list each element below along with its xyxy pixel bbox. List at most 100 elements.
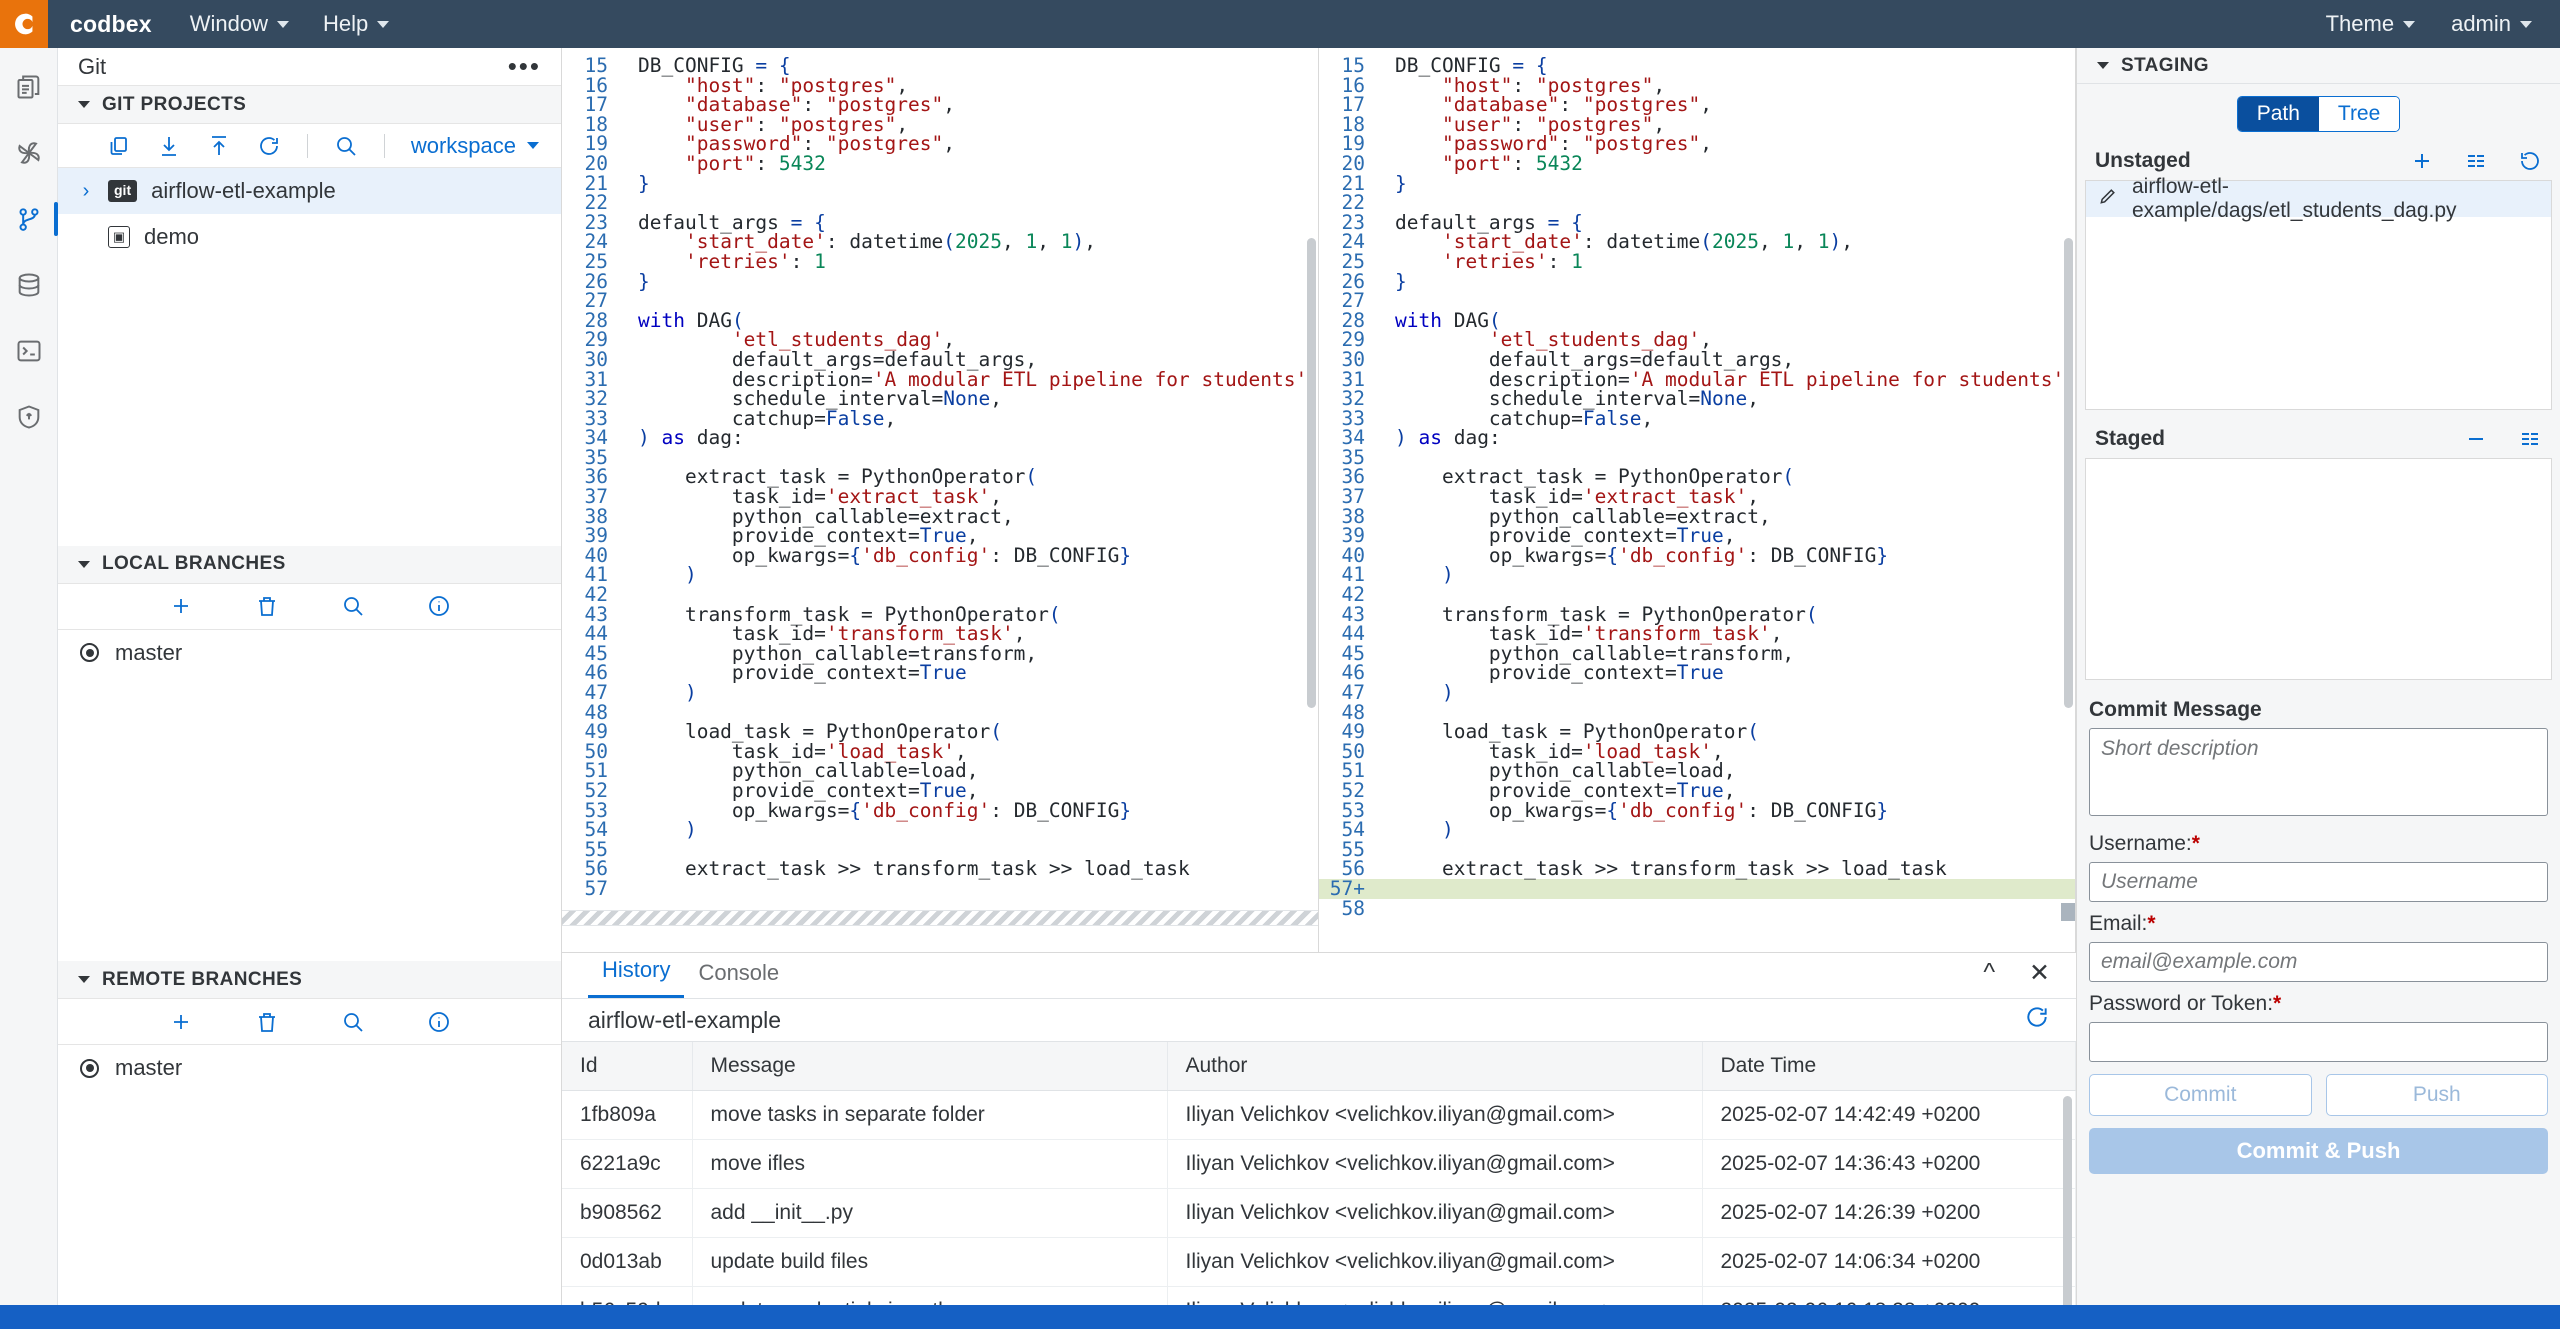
remote-branch-info-button[interactable] xyxy=(427,1010,451,1034)
repo-item-demo[interactable]: ▣ demo xyxy=(58,214,561,260)
refresh-icon[interactable] xyxy=(2024,1004,2050,1036)
line-number: 29 xyxy=(1319,330,1381,350)
add-remote-branch-button[interactable] xyxy=(169,1010,193,1034)
staging-header[interactable]: STAGING xyxy=(2077,48,2560,84)
menu-help[interactable]: Help xyxy=(323,11,389,37)
code-gutter xyxy=(1381,761,1395,781)
history-scrollbar[interactable] xyxy=(2063,1096,2072,1329)
code-text: extract_task >> transform_task >> load_t… xyxy=(638,859,1318,879)
local-branches-section[interactable]: LOCAL BRANCHES xyxy=(58,546,561,584)
code-gutter xyxy=(624,624,638,644)
code-gutter xyxy=(624,742,638,762)
line-number: 15 xyxy=(562,56,624,76)
code-text: ) as dag: xyxy=(1395,428,2075,448)
code-text: ) xyxy=(1395,565,2075,585)
pinwheel-icon[interactable] xyxy=(6,130,52,176)
unstage-all-icon[interactable] xyxy=(2518,427,2542,451)
push-button[interactable]: Push xyxy=(2326,1074,2549,1116)
code-gutter xyxy=(624,389,638,409)
code-text: } xyxy=(638,272,1318,292)
refresh-icon[interactable] xyxy=(257,134,281,158)
table-row[interactable]: b908562add __init__.pyIliyan Velichkov <… xyxy=(562,1189,2076,1238)
code-gutter xyxy=(624,507,638,527)
table-row[interactable]: 1fb809amove tasks in separate folderIliy… xyxy=(562,1091,2076,1140)
close-icon[interactable]: ✕ xyxy=(2029,958,2050,988)
copy-files-icon[interactable] xyxy=(6,64,52,110)
code-text: ) xyxy=(638,565,1318,585)
email-label: Email:* xyxy=(2089,912,2548,936)
local-branches-label: LOCAL BRANCHES xyxy=(102,553,286,575)
column-header-datetime[interactable]: Date Time xyxy=(1702,1042,2076,1091)
code-gutter xyxy=(1381,350,1395,370)
username-field[interactable] xyxy=(2089,862,2548,902)
chevron-right-icon[interactable]: › xyxy=(78,180,94,203)
panel-more-icon[interactable]: ••• xyxy=(508,51,541,82)
commit-and-push-button[interactable]: Commit & Push xyxy=(2089,1128,2548,1174)
view-mode-tree[interactable]: Tree xyxy=(2319,97,2399,131)
view-mode-path[interactable]: Path xyxy=(2238,97,2319,131)
local-branch-master[interactable]: master xyxy=(58,630,561,676)
password-field[interactable] xyxy=(2089,1022,2548,1062)
shield-icon[interactable] xyxy=(6,394,52,440)
add-branch-button[interactable] xyxy=(169,594,193,618)
code-text: ) xyxy=(638,820,1318,840)
git-branch-icon[interactable] xyxy=(6,196,52,242)
menu-window[interactable]: Window xyxy=(190,11,289,37)
code-gutter xyxy=(1381,213,1395,233)
chevron-up-icon[interactable]: ^ xyxy=(1983,958,1995,988)
editor-scrollbar-right[interactable] xyxy=(2064,238,2073,708)
table-row[interactable]: 0d013abupdate build filesIliyan Velichko… xyxy=(562,1238,2076,1287)
column-header-author[interactable]: Author xyxy=(1167,1042,1702,1091)
code-gutter xyxy=(624,213,638,233)
list-item[interactable]: airflow-etl-example/dags/etl_students_da… xyxy=(2086,181,2551,217)
stage-all-icon[interactable] xyxy=(2464,149,2488,173)
code-gutter xyxy=(624,801,638,821)
git-projects-section[interactable]: GIT PROJECTS xyxy=(58,86,561,124)
table-row[interactable]: 6221a9cmove iflesIliyan Velichkov <velic… xyxy=(562,1140,2076,1189)
line-number: 24 xyxy=(1319,232,1381,252)
tab-history[interactable]: History xyxy=(588,957,684,998)
pull-button[interactable] xyxy=(157,134,181,158)
remote-branches-section[interactable]: REMOTE BRANCHES xyxy=(58,961,561,999)
diff-pane-left[interactable]: 15DB_CONFIG = {16 "host": "postgres",17 … xyxy=(562,48,1319,952)
editor-scrollbar-left[interactable] xyxy=(1307,238,1316,708)
table-header-row: Id Message Author Date Time xyxy=(562,1042,2076,1091)
push-button[interactable] xyxy=(207,134,231,158)
diff-pane-right[interactable]: 15DB_CONFIG = {16 "host": "postgres",17 … xyxy=(1319,48,2076,952)
clone-repository-button[interactable] xyxy=(107,134,131,158)
workspace-select[interactable]: workspace xyxy=(411,133,539,159)
code-gutter xyxy=(1381,840,1395,860)
code-line: 34) as dag: xyxy=(1319,428,2075,448)
remote-branch-master[interactable]: master xyxy=(58,1045,561,1091)
password-label: Password or Token:* xyxy=(2089,992,2548,1016)
search-remote-branch-button[interactable] xyxy=(341,1010,365,1034)
remote-branches-spacer xyxy=(58,1091,561,1329)
column-header-id[interactable]: Id xyxy=(562,1042,692,1091)
email-field[interactable] xyxy=(2089,942,2548,982)
code-gutter xyxy=(624,644,638,664)
terminal-icon[interactable] xyxy=(6,328,52,374)
delete-remote-branch-button[interactable] xyxy=(255,1010,279,1034)
line-number: 49 xyxy=(1319,722,1381,742)
search-icon[interactable] xyxy=(334,134,358,158)
commit-message-input[interactable] xyxy=(2089,728,2548,816)
commit-button[interactable]: Commit xyxy=(2089,1074,2312,1116)
database-icon[interactable] xyxy=(6,262,52,308)
git-panel-title: Git ••• xyxy=(58,48,561,86)
remove-icon[interactable] xyxy=(2464,427,2488,451)
code-gutter xyxy=(624,311,638,331)
user-menu[interactable]: admin xyxy=(2451,11,2532,37)
column-header-message[interactable]: Message xyxy=(692,1042,1167,1091)
chevron-down-icon xyxy=(78,561,90,568)
code-gutter xyxy=(1381,781,1395,801)
revert-icon[interactable] xyxy=(2518,149,2542,173)
branch-info-button[interactable] xyxy=(427,594,451,618)
code-gutter xyxy=(624,115,638,135)
tab-console[interactable]: Console xyxy=(684,960,793,998)
search-branch-button[interactable] xyxy=(341,594,365,618)
theme-menu[interactable]: Theme xyxy=(2326,11,2415,37)
commit-author: Iliyan Velichkov <velichkov.iliyan@gmail… xyxy=(1167,1238,1702,1287)
add-icon[interactable] xyxy=(2410,149,2434,173)
delete-branch-button[interactable] xyxy=(255,594,279,618)
repo-item-airflow-etl-example[interactable]: › git airflow-etl-example xyxy=(58,168,561,214)
